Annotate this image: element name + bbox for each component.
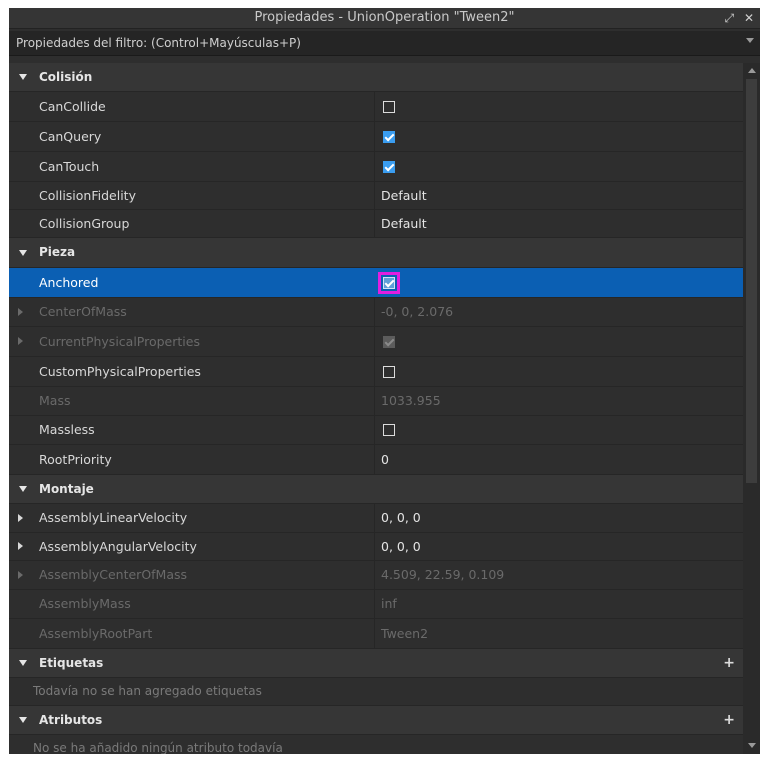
prop-row-cantouch[interactable]: CanTouch <box>9 152 743 182</box>
collapse-icon[interactable] <box>19 717 27 723</box>
title-bar: Propiedades - UnionOperation "Tween2" ⤢ … <box>9 8 760 29</box>
prop-value: inf <box>381 596 397 611</box>
window-title: Propiedades - UnionOperation "Tween2" <box>254 10 515 25</box>
prop-value: 4.509, 22.59, 0.109 <box>381 567 505 582</box>
prop-row-cancollide[interactable]: CanCollide <box>9 92 743 122</box>
prop-name: Massless <box>39 422 95 437</box>
expand-icon[interactable] <box>18 571 23 579</box>
scroll-up-icon[interactable] <box>748 68 756 73</box>
prop-row-assemblyrootpart[interactable]: AssemblyRootPart Tween2 <box>9 619 743 649</box>
prop-value[interactable]: 0 <box>381 445 389 474</box>
prop-value[interactable]: Default <box>381 182 427 209</box>
prop-row-customphysical[interactable]: CustomPhysicalProperties <box>9 357 743 387</box>
prop-row-massless[interactable]: Massless <box>9 416 743 445</box>
property-grid: Colisión CanCollide CanQuery CanTouch Co… <box>9 63 743 754</box>
prop-name: CollisionGroup <box>39 216 130 231</box>
prop-value: -0, 0, 2.076 <box>381 304 454 319</box>
empty-text: Todavía no se han agregado etiquetas <box>33 684 262 698</box>
prop-name: RootPriority <box>39 452 112 467</box>
category-montaje[interactable]: Montaje <box>9 475 743 504</box>
chevron-down-icon[interactable] <box>746 38 754 43</box>
prop-name: CurrentPhysicalProperties <box>39 334 200 349</box>
prop-name: AssemblyLinearVelocity <box>39 510 188 525</box>
prop-name: AssemblyMass <box>39 596 131 611</box>
prop-name: CustomPhysicalProperties <box>39 364 201 379</box>
prop-value: Tween2 <box>381 626 429 641</box>
prop-value[interactable]: Default <box>381 210 427 237</box>
prop-name: CenterOfMass <box>39 304 127 319</box>
expand-icon[interactable] <box>18 337 23 345</box>
add-tag-button[interactable]: + <box>723 649 735 677</box>
prop-name: AssemblyAngularVelocity <box>39 539 197 554</box>
prop-row-centerofmass[interactable]: CenterOfMass -0, 0, 2.076 <box>9 298 743 327</box>
prop-row-assemblycenterofmass[interactable]: AssemblyCenterOfMass 4.509, 22.59, 0.109 <box>9 561 743 590</box>
category-etiquetas[interactable]: Etiquetas + <box>9 649 743 678</box>
atributos-empty-message: No se ha añadido ningún atributo todavía <box>9 735 743 754</box>
expand-icon[interactable] <box>18 514 23 522</box>
collapse-icon[interactable] <box>19 74 27 80</box>
prop-row-collisiongroup[interactable]: CollisionGroup Default <box>9 210 743 238</box>
category-atributos[interactable]: Atributos + <box>9 706 743 735</box>
filter-bar <box>9 31 760 56</box>
prop-row-anchored[interactable]: Anchored <box>9 268 743 298</box>
prop-row-linearvel[interactable]: AssemblyLinearVelocity 0, 0, 0 <box>9 504 743 533</box>
checkbox-anchored[interactable] <box>378 272 400 294</box>
checkbox-massless[interactable] <box>383 424 395 436</box>
empty-text: No se ha añadido ningún atributo todavía <box>33 741 283 754</box>
category-label: Pieza <box>39 245 76 259</box>
popout-icon[interactable]: ⤢ <box>725 11 735 25</box>
prop-row-angularvel[interactable]: AssemblyAngularVelocity 0, 0, 0 <box>9 533 743 561</box>
close-icon[interactable]: ✕ <box>744 11 754 25</box>
prop-name: CollisionFidelity <box>39 188 136 203</box>
prop-row-assemblymass[interactable]: AssemblyMass inf <box>9 590 743 619</box>
scroll-down-icon[interactable] <box>748 743 756 748</box>
prop-name: CanTouch <box>39 159 100 174</box>
collapse-icon[interactable] <box>19 250 27 256</box>
prop-value[interactable]: 0, 0, 0 <box>381 504 421 532</box>
category-colision[interactable]: Colisión <box>9 63 743 92</box>
checkbox-customphysical[interactable] <box>383 366 395 378</box>
checkbox-currentphysical <box>383 336 395 348</box>
properties-window: Propiedades - UnionOperation "Tween2" ⤢ … <box>9 8 760 754</box>
prop-row-collisionfidelity[interactable]: CollisionFidelity Default <box>9 182 743 210</box>
prop-value[interactable]: 0, 0, 0 <box>381 533 421 560</box>
prop-value: 1033.955 <box>381 393 441 408</box>
checkbox-cantouch[interactable] <box>383 161 395 173</box>
prop-row-rootpriority[interactable]: RootPriority 0 <box>9 445 743 475</box>
prop-name: AssemblyRootPart <box>39 626 153 641</box>
add-attribute-button[interactable]: + <box>723 706 735 734</box>
collapse-icon[interactable] <box>19 486 27 492</box>
prop-row-canquery[interactable]: CanQuery <box>9 122 743 152</box>
vertical-scrollbar[interactable] <box>743 63 760 754</box>
prop-name: CanQuery <box>39 129 102 144</box>
category-label: Atributos <box>39 713 103 727</box>
expand-icon[interactable] <box>18 542 23 550</box>
category-pieza[interactable]: Pieza <box>9 238 743 268</box>
prop-name: Mass <box>39 393 71 408</box>
prop-name: AssemblyCenterOfMass <box>39 567 188 582</box>
etiquetas-empty-message: Todavía no se han agregado etiquetas <box>9 678 743 706</box>
scroll-thumb[interactable] <box>746 79 757 483</box>
prop-name: CanCollide <box>39 99 106 114</box>
collapse-icon[interactable] <box>19 660 27 666</box>
prop-row-mass[interactable]: Mass 1033.955 <box>9 387 743 416</box>
checkbox-cancollide[interactable] <box>383 101 395 113</box>
category-label: Etiquetas <box>39 656 104 670</box>
category-label: Montaje <box>39 482 94 496</box>
prop-row-currentphysical[interactable]: CurrentPhysicalProperties <box>9 327 743 357</box>
expand-icon[interactable] <box>18 308 23 316</box>
filter-input[interactable] <box>12 31 745 55</box>
prop-name: Anchored <box>39 275 99 290</box>
checkbox-canquery[interactable] <box>383 131 395 143</box>
category-label: Colisión <box>39 70 93 84</box>
